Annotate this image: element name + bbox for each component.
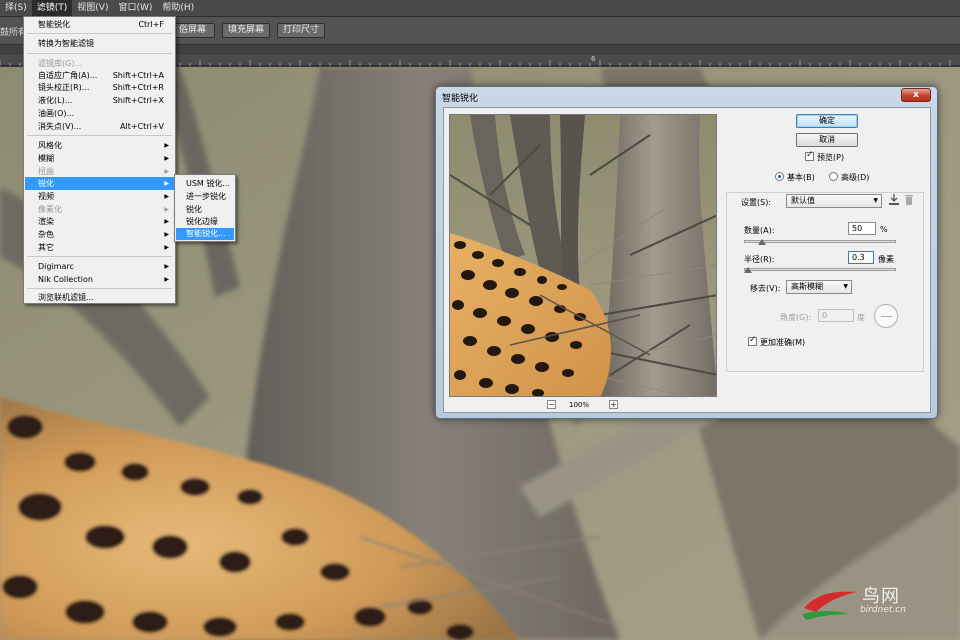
submenu-arrow-icon: ▶ [164, 263, 169, 270]
zoom-out-button[interactable]: − [547, 400, 556, 409]
radius-slider-thumb[interactable] [744, 267, 752, 273]
menu-item-browse-online-filters[interactable]: 浏览联机滤镜... [25, 291, 174, 304]
ok-button[interactable]: 确定 [796, 114, 858, 128]
amount-label: 数量(A): [744, 226, 775, 235]
fill-screen-button[interactable]: 填充屏幕 [222, 23, 270, 38]
angle-label: 角度(G): [780, 313, 812, 322]
more-accurate-checkbox[interactable]: ✓ [748, 335, 757, 346]
menu-item-render[interactable]: 渲染 ▶ [25, 215, 174, 228]
submenu-arrow-icon: ▶ [164, 180, 169, 187]
menu-help[interactable]: 帮助(H) [157, 0, 199, 17]
preview-pane[interactable] [449, 114, 717, 397]
submenu-item-sharpen[interactable]: 锐化 [176, 204, 234, 216]
preview-photo [450, 115, 716, 396]
ruler-number: 6 [591, 55, 596, 63]
remove-label: 移去(V): [750, 284, 781, 293]
menu-item-blur[interactable]: 模糊 ▶ [25, 152, 174, 165]
settings-select[interactable]: 默认值 ▼ [786, 194, 882, 208]
zoom-in-button[interactable]: + [609, 400, 618, 409]
submenu-item-sharpen-edges[interactable]: 锐化边缘 [176, 216, 234, 228]
birdnet-logo-icon [802, 591, 856, 620]
watermark: 鸟网 birdnet.cn [800, 582, 940, 622]
sharpen-submenu: USM 锐化... 进一步锐化 锐化 锐化边缘 智能锐化... [174, 174, 236, 242]
menu-separator [27, 288, 172, 289]
menu-separator [27, 135, 172, 136]
menu-item-convert-smart-filter[interactable]: 转换为智能滤镜 [25, 37, 174, 50]
mode-advanced-radio[interactable] [829, 172, 838, 181]
preview-checkbox[interactable]: ✓ [805, 150, 814, 161]
menu-item-video[interactable]: 视频 ▶ [25, 190, 174, 203]
remove-select[interactable]: 高斯模糊 ▼ [786, 280, 852, 294]
menu-filter[interactable]: 滤镜(T) [31, 0, 73, 17]
menu-window[interactable]: 窗口(W) [113, 0, 157, 17]
radius-label: 半径(R): [744, 255, 775, 264]
menu-separator [27, 53, 172, 54]
menu-separator [27, 33, 172, 34]
chevron-down-icon: ▼ [873, 197, 878, 204]
dialog-body: − 100% + 确定 取消 ✓ 预览(P) 基本(B) 高级(D) 设置(S)… [443, 107, 931, 413]
submenu-arrow-icon: ▶ [164, 276, 169, 283]
dialog-title: 智能锐化 [442, 94, 479, 104]
watermark-url: birdnet.cn [860, 605, 906, 615]
submenu-arrow-icon: ▶ [164, 193, 169, 200]
print-size-button[interactable]: 打印尺寸 [277, 23, 325, 38]
menu-item-digimarc[interactable]: Digimarc ▶ [25, 260, 174, 273]
zoom-bar: − 100% + [449, 398, 717, 412]
submenu-arrow-icon: ▶ [164, 231, 169, 238]
more-accurate-label: 更加准确(M) [760, 338, 806, 347]
trash-icon[interactable] [903, 193, 915, 207]
menu-item-other[interactable]: 其它 ▶ [25, 241, 174, 254]
radius-unit: 像素 [878, 255, 894, 264]
mode-basic-label: 基本(B) [787, 173, 815, 182]
chevron-down-icon: ▼ [843, 283, 848, 290]
amount-unit: % [880, 225, 888, 234]
submenu-item-sharpen-more[interactable]: 进一步锐化 [176, 191, 234, 203]
menu-item-smart-sharpen-last[interactable]: 智能锐化 Ctrl+F [25, 18, 174, 31]
menu-select[interactable]: 择(S) [0, 0, 32, 17]
preview-label: 预览(P) [817, 153, 845, 162]
menu-view[interactable]: 视图(V) [72, 0, 113, 17]
angle-field: 0 [818, 309, 854, 322]
menu-item-stylize[interactable]: 风格化 ▶ [25, 139, 174, 152]
menu-item-liquify[interactable]: 液化(L)... Shift+Ctrl+X [25, 94, 174, 107]
settings-label: 设置(S): [741, 198, 772, 207]
cancel-button[interactable]: 取消 [796, 133, 858, 147]
submenu-arrow-icon: ▶ [164, 218, 169, 225]
smart-sharpen-dialog: 智能锐化 x − 100% + 确定 取消 ✓ 预览(P) 基本(B) 高级(D… [435, 86, 938, 419]
amount-slider[interactable] [744, 240, 896, 243]
checkmark-icon: ✓ [749, 335, 757, 345]
checkmark-icon: ✓ [806, 150, 814, 160]
zoom-level: 100% [569, 401, 590, 409]
radius-slider[interactable] [744, 268, 896, 271]
amount-field[interactable]: 50 [848, 222, 876, 235]
menu-item-nik-collection[interactable]: Nik Collection ▶ [25, 273, 174, 286]
mode-advanced-label: 高级(D) [841, 173, 870, 182]
submenu-item-smart-sharpen[interactable]: 智能锐化... [176, 228, 234, 240]
submenu-item-unsharp-mask[interactable]: USM 锐化... [176, 178, 234, 190]
menubar: 择(S) 滤镜(T) 视图(V) 窗口(W) 帮助(H) [0, 0, 960, 17]
submenu-arrow-icon: ▶ [164, 142, 169, 149]
fit-screen-button[interactable]: 俗屏幕 [170, 23, 215, 38]
radius-field[interactable]: 0.3 [848, 251, 874, 264]
menu-item-oil-paint[interactable]: 油画(O)... [25, 107, 174, 120]
menu-separator [27, 256, 172, 257]
save-preset-icon[interactable] [887, 193, 901, 207]
submenu-arrow-icon: ▶ [164, 244, 169, 251]
menu-item-vanishing-point[interactable]: 消失点(V)... Alt+Ctrl+V [25, 120, 174, 133]
menu-item-sharpen[interactable]: 锐化 ▶ [25, 177, 174, 190]
amount-slider-thumb[interactable] [758, 239, 767, 245]
angle-unit: 度 [857, 313, 865, 322]
angle-dial [874, 304, 898, 328]
submenu-arrow-icon: ▶ [164, 155, 169, 162]
mode-basic-radio[interactable] [775, 172, 784, 181]
filter-menu: 智能锐化 Ctrl+F 转换为智能滤镜 滤镜库(G)... 自适应广角(A)...… [23, 16, 176, 304]
menu-item-noise[interactable]: 杂色 ▶ [25, 228, 174, 241]
menu-item-lens-correction[interactable]: 镜头校正(R)... Shift+Ctrl+R [25, 81, 174, 94]
dialog-close-button[interactable]: x [901, 88, 931, 102]
